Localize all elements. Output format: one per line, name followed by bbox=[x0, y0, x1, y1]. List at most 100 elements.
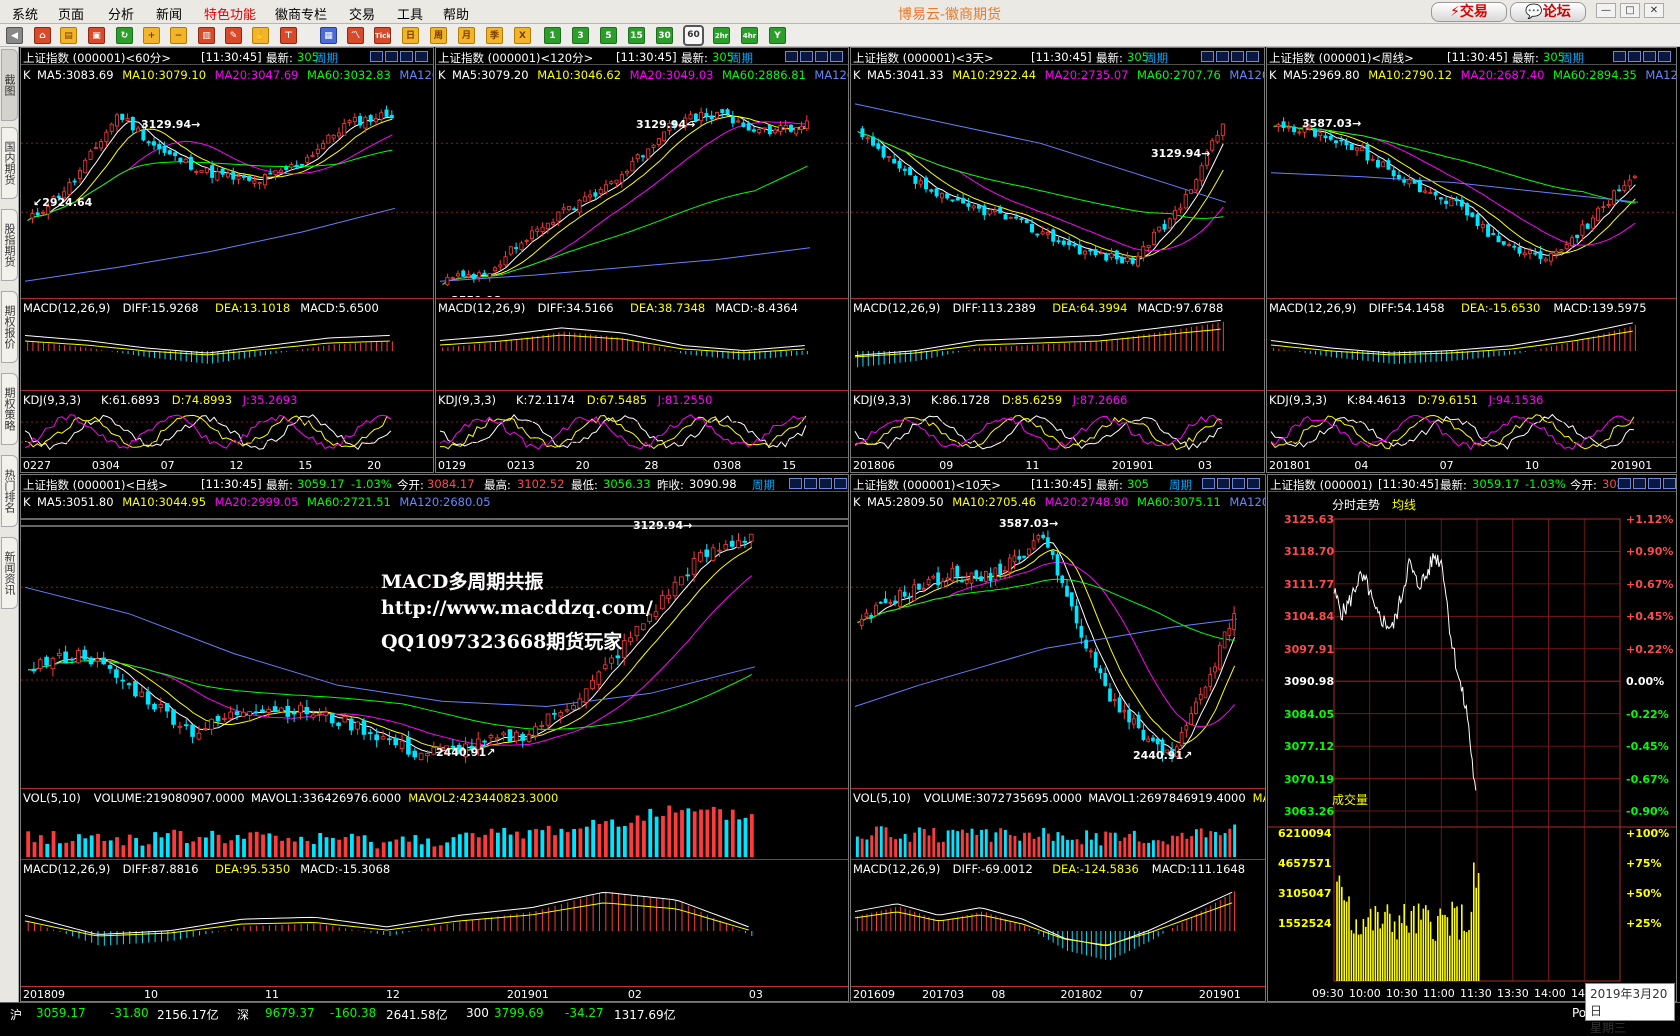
sidebar-tab-option-quotes[interactable]: 期权报价 bbox=[1, 291, 18, 363]
period-switch-button[interactable]: 周期 bbox=[1145, 50, 1168, 64]
expand-icon[interactable] bbox=[819, 478, 832, 489]
period-4hr-button[interactable]: 4hr bbox=[741, 27, 758, 44]
menu-huishang[interactable]: 徽商专栏 bbox=[275, 4, 327, 23]
intraday-panel[interactable]: 上证指数 (000001) [11:30:45] 最新: 3059.17 -1.… bbox=[1267, 474, 1677, 1002]
kline-panel-0[interactable]: 上证指数 (000001)<60分> [11:30:45] 最新: 305 周期… bbox=[20, 47, 434, 473]
next-icon[interactable] bbox=[1216, 51, 1229, 62]
menu-analysis[interactable]: 分析 bbox=[108, 4, 134, 23]
refresh-icon[interactable]: ↻ bbox=[116, 27, 133, 44]
pencil-icon[interactable]: ✎ bbox=[225, 27, 242, 44]
next-icon[interactable] bbox=[385, 51, 398, 62]
period-1-button[interactable]: 1 bbox=[544, 27, 561, 44]
sidebar-tab-news[interactable]: 新闻资讯 bbox=[1, 537, 18, 609]
next-icon[interactable] bbox=[1633, 478, 1646, 489]
candlestick-chart[interactable]: 3587.03→ 2440.91↗ bbox=[851, 509, 1266, 792]
expand-icon[interactable] bbox=[1648, 478, 1661, 489]
pin-icon[interactable]: ⊤ bbox=[280, 27, 297, 44]
period-60-button[interactable]: 60 bbox=[683, 25, 704, 46]
maximize-panel-icon[interactable] bbox=[834, 478, 847, 489]
maximize-panel-icon[interactable] bbox=[1658, 51, 1671, 62]
menu-tools[interactable]: 工具 bbox=[397, 4, 423, 23]
minimize-icon[interactable]: — bbox=[1596, 3, 1616, 18]
candlestick-chart[interactable]: 3129.94→ ↙2924.64 bbox=[21, 82, 434, 297]
chart-icon[interactable]: 〽 bbox=[347, 27, 364, 44]
period-5-button[interactable]: 5 bbox=[600, 27, 617, 44]
zoom-in-icon[interactable]: + bbox=[143, 27, 160, 44]
maximize-panel-icon[interactable] bbox=[1246, 51, 1259, 62]
sidebar-tab-screenshot[interactable]: 截图 bbox=[1, 49, 18, 121]
maximize-panel-icon[interactable] bbox=[415, 51, 428, 62]
next-icon[interactable] bbox=[804, 478, 817, 489]
sidebar-tab-option-strategy[interactable]: 期权策略 bbox=[1, 373, 18, 445]
next-icon[interactable] bbox=[1628, 51, 1641, 62]
kline-panel-1[interactable]: 上证指数 (000001)<120分> [11:30:45] 最新: 305 周… bbox=[435, 47, 849, 473]
macd-chart bbox=[24, 334, 393, 364]
pct-tick-label: 0.00% bbox=[1626, 675, 1665, 689]
menu-special[interactable]: 特色功能 bbox=[204, 4, 256, 23]
expand-icon[interactable] bbox=[400, 51, 413, 62]
period-switch-button[interactable]: 周期 bbox=[1561, 50, 1584, 64]
hand-icon[interactable]: ✋ bbox=[252, 27, 269, 44]
period-3-button[interactable]: 3 bbox=[572, 27, 589, 44]
expand-icon[interactable] bbox=[1643, 51, 1656, 62]
prev-icon[interactable] bbox=[1618, 478, 1631, 489]
back-icon[interactable]: ◀ bbox=[6, 27, 23, 44]
table-icon[interactable]: ▦ bbox=[320, 27, 337, 44]
maximize-panel-icon[interactable] bbox=[1663, 478, 1676, 489]
menu-system[interactable]: 系统 bbox=[12, 4, 38, 23]
menu-trade[interactable]: 交易 bbox=[349, 4, 375, 23]
forum-button[interactable]: 💬论坛 bbox=[1510, 2, 1586, 22]
quarter-button[interactable]: 季 bbox=[486, 27, 503, 44]
day-button[interactable]: 日 bbox=[402, 27, 419, 44]
zoom-out-icon[interactable]: − bbox=[170, 27, 187, 44]
stack-icon[interactable]: ▥ bbox=[198, 27, 215, 44]
daily-kline-panel[interactable]: 上证指数 (000001)<日线> [11:30:45] 最新: 3059.17… bbox=[20, 474, 849, 1002]
menu-news[interactable]: 新闻 bbox=[156, 4, 182, 23]
home-icon[interactable]: ⌂ bbox=[34, 27, 51, 44]
kline-panel-3[interactable]: 上证指数 (000001)<周线> [11:30:45] 最新: 305 周期 … bbox=[1266, 47, 1677, 473]
sidebar-tab-domestic-futures[interactable]: 国内期货 bbox=[1, 127, 18, 199]
period-30-button[interactable]: 30 bbox=[656, 27, 673, 44]
period-year-button[interactable]: Y bbox=[769, 27, 786, 44]
prev-icon[interactable] bbox=[1613, 51, 1626, 62]
candlestick-chart[interactable]: 3129.94→↙2440.91 bbox=[851, 82, 1265, 297]
prev-icon[interactable] bbox=[785, 51, 798, 62]
candlestick-chart[interactable]: 3587.03→↙2440.91 bbox=[1267, 82, 1677, 297]
next-icon[interactable] bbox=[1217, 478, 1230, 489]
menu-page[interactable]: 页面 bbox=[58, 4, 84, 23]
hs300-change: -34.27 bbox=[565, 1006, 604, 1020]
date-box: 2019年3月20日 星期三 bbox=[1585, 983, 1675, 1035]
x-button[interactable]: X bbox=[514, 27, 531, 44]
monitor-icon[interactable]: ▣ bbox=[88, 27, 105, 44]
maximize-panel-icon[interactable] bbox=[1247, 478, 1260, 489]
period-switch-button[interactable]: 周期 bbox=[315, 50, 338, 64]
kline-panel-2[interactable]: 上证指数 (000001)<3天> [11:30:45] 最新: 305 周期 … bbox=[850, 47, 1265, 473]
period-switch-button[interactable]: 周期 bbox=[752, 477, 775, 491]
close-icon[interactable]: ✕ bbox=[1644, 3, 1664, 18]
expand-icon[interactable] bbox=[1232, 478, 1245, 489]
period-15-button[interactable]: 15 bbox=[628, 27, 645, 44]
candlestick-chart[interactable]: 3129.94→ ↙2559.98 bbox=[436, 82, 849, 297]
period-switch-button[interactable]: 周期 bbox=[1169, 477, 1192, 491]
maximize-icon[interactable]: □ bbox=[1620, 3, 1640, 18]
sidebar-tab-hot-ranking[interactable]: 热门排名 bbox=[1, 455, 18, 527]
maximize-panel-icon[interactable] bbox=[830, 51, 843, 62]
next-icon[interactable] bbox=[800, 51, 813, 62]
trade-button[interactable]: ⚡交易 bbox=[1431, 2, 1507, 22]
tenday-kline-panel[interactable]: 上证指数 (000001)<10天> [11:30:45] 最新: 305 周期… bbox=[850, 474, 1266, 1002]
news-icon[interactable]: ▤ bbox=[60, 27, 77, 44]
prev-icon[interactable] bbox=[370, 51, 383, 62]
tick-button[interactable]: Tick bbox=[374, 27, 391, 44]
sidebar-tab-index-futures[interactable]: 股指期货 bbox=[1, 209, 18, 281]
prev-icon[interactable] bbox=[1202, 478, 1215, 489]
period-2hr-button[interactable]: 2hr bbox=[713, 27, 730, 44]
period-switch-button[interactable]: 周期 bbox=[730, 50, 753, 64]
month-button[interactable]: 月 bbox=[458, 27, 475, 44]
week-button[interactable]: 周 bbox=[430, 27, 447, 44]
prev-icon[interactable] bbox=[789, 478, 802, 489]
expand-icon[interactable] bbox=[815, 51, 828, 62]
prev-icon[interactable] bbox=[1201, 51, 1214, 62]
expand-icon[interactable] bbox=[1231, 51, 1244, 62]
legend-item: KDJ(9,3,3) bbox=[1269, 393, 1328, 407]
menu-help[interactable]: 帮助 bbox=[443, 4, 469, 23]
